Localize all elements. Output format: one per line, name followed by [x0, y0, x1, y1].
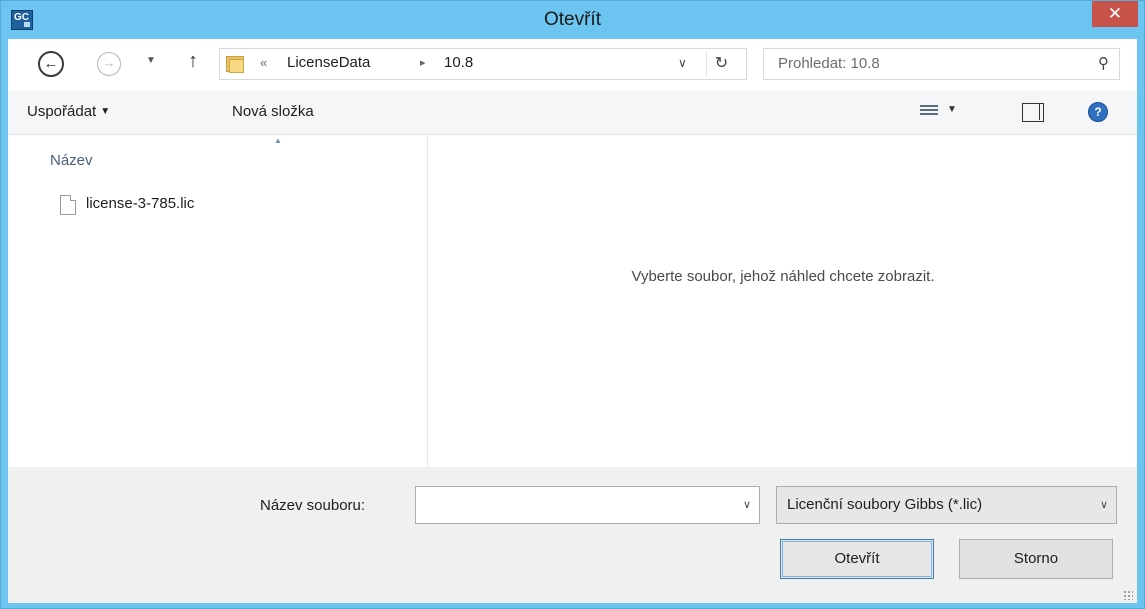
cancel-button[interactable]: Storno: [959, 539, 1113, 579]
resize-grip-icon[interactable]: [1123, 590, 1133, 600]
address-bar[interactable]: « LicenseData ▸ 10.8 ∨ ↻: [219, 48, 747, 80]
navigation-bar: ← → ▼ ↑ « LicenseData ▸ 10.8 ∨ ↻ Prohled…: [8, 39, 1137, 91]
filename-dropdown-icon[interactable]: ∨: [743, 498, 751, 511]
forward-button[interactable]: →: [97, 52, 121, 76]
up-button[interactable]: ↑: [188, 50, 198, 73]
open-button-focus-ring: [782, 541, 932, 577]
command-toolbar: Uspořádat ▼ Nová složka ▼ ?: [8, 91, 1137, 135]
file-list-pane: ▲ Název license-3-785.lic < >: [8, 136, 428, 564]
forward-arrow-icon: →: [102, 55, 116, 70]
close-button[interactable]: ✕: [1092, 1, 1138, 27]
search-placeholder[interactable]: Prohledat: 10.8: [778, 55, 880, 72]
search-icon[interactable]: ⚲: [1098, 54, 1109, 72]
title-bar[interactable]: GC Otevřít ✕: [1, 1, 1144, 39]
help-icon[interactable]: ?: [1088, 102, 1108, 122]
dialog-client: ← → ▼ ↑ « LicenseData ▸ 10.8 ∨ ↻ Prohled…: [8, 39, 1137, 603]
file-type-select[interactable]: Licenční soubory Gibbs (*.lic) ∨: [776, 486, 1117, 524]
organize-button[interactable]: Uspořádat ▼: [27, 103, 110, 120]
chevron-down-icon: ▼: [146, 55, 156, 66]
filename-input[interactable]: ∨: [415, 486, 760, 524]
change-view-icon[interactable]: [920, 103, 938, 119]
breadcrumb-item-licensedata[interactable]: LicenseData: [287, 54, 370, 71]
document-icon: [60, 195, 76, 215]
file-type-dropdown-icon[interactable]: ∨: [1100, 498, 1108, 511]
view-options-caret-icon[interactable]: ▼: [947, 104, 957, 115]
open-file-dialog: GC Otevřít ✕ ← → ▼ ↑ « LicenseData ▸ 10.…: [0, 0, 1145, 609]
recent-locations-button[interactable]: ▼: [146, 55, 156, 66]
close-icon: ✕: [1107, 4, 1123, 23]
open-button[interactable]: Otevřít: [780, 539, 934, 579]
filename-label: Název souboru:: [260, 497, 366, 514]
refresh-icon[interactable]: ↻: [706, 52, 736, 76]
folder-icon: [226, 54, 246, 74]
dialog-footer: Název souboru: ∨ Licenční soubory Gibbs …: [8, 467, 1137, 603]
search-box[interactable]: Prohledat: 10.8 ⚲: [763, 48, 1120, 80]
breadcrumb-item-10-8[interactable]: 10.8: [444, 54, 473, 71]
file-name: license-3-785.lic: [86, 195, 195, 212]
organize-label: Uspořádat: [27, 103, 97, 120]
column-header-name[interactable]: Název: [50, 152, 93, 169]
back-arrow-icon: ←: [43, 55, 59, 72]
sort-ascending-icon: ▲: [274, 136, 282, 145]
organize-caret-icon: ▼: [100, 106, 111, 117]
preview-message: Vyberte soubor, jehož náhled chcete zobr…: [631, 268, 935, 285]
address-dropdown-icon[interactable]: ∨: [678, 56, 687, 70]
up-arrow-icon: ↑: [188, 50, 198, 72]
breadcrumb-separator-icon[interactable]: ▸: [420, 56, 426, 69]
new-folder-button[interactable]: Nová složka: [232, 103, 314, 120]
preview-pane: Vyberte soubor, jehož náhled chcete zobr…: [429, 136, 1137, 467]
back-button[interactable]: ←: [38, 51, 64, 77]
file-type-value: Licenční soubory Gibbs (*.lic): [787, 496, 983, 513]
breadcrumb-overflow-icon[interactable]: «: [260, 55, 267, 70]
window-title: Otevřít: [543, 9, 601, 30]
preview-pane-toggle-icon[interactable]: [1022, 103, 1044, 122]
